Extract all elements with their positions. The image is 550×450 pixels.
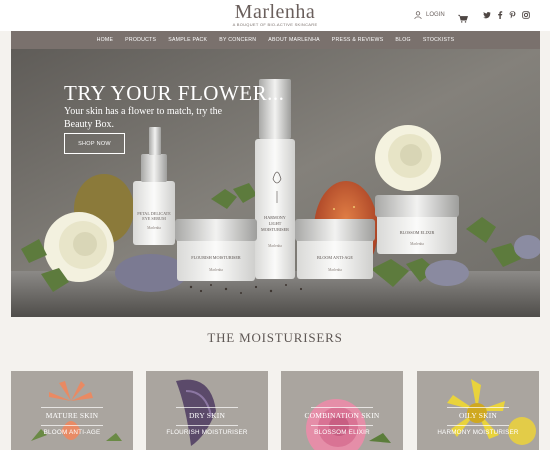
white-rose-right [375,125,441,191]
svg-text:LIGHT: LIGHT [269,221,282,226]
nav-item-by-concern[interactable]: BY CONCERN [213,37,262,43]
svg-text:Marlenha: Marlenha [328,268,342,272]
nav-item-home[interactable]: HOME [91,37,120,43]
hero-subtitle: Your skin has a flower to match, try the… [64,106,223,130]
card-dry-skin[interactable]: DRY SKIN FLOURISH MOISTURISER [146,371,268,450]
section-title: THE MOISTURISERS [207,330,343,345]
cart-icon [458,14,469,23]
svg-text:Marlenha: Marlenha [147,226,161,230]
login-label: LOGIN [426,12,445,18]
svg-text:FLOURISH MOISTURISER: FLOURISH MOISTURISER [191,255,241,260]
nav-item-stockists[interactable]: STOCKISTS [417,37,461,43]
svg-text:EYE SERUM: EYE SERUM [142,216,166,221]
divider [311,425,373,426]
nav-item-sample-pack[interactable]: SAMPLE PACK [162,37,213,43]
nav-item-press-reviews[interactable]: PRESS & REVIEWS [326,37,390,43]
twitter-icon[interactable] [483,11,491,19]
divider [311,407,373,408]
card-skin-type: OILY SKIN [458,411,498,420]
divider [41,407,103,408]
divider [176,407,238,408]
svg-text:BLOOM ANTI-AGE: BLOOM ANTI-AGE [317,255,353,260]
card-product-name: BLOOM ANTI-AGE [43,429,101,436]
svg-text:Marlenha: Marlenha [209,268,223,272]
login-link[interactable]: LOGIN [414,11,445,19]
divider [447,425,509,426]
svg-text:Marlenha: Marlenha [410,242,424,246]
top-header: Marlenha A BOUQUET OF BIO-ACTIVE SKINCAR… [0,0,550,31]
divider [447,407,509,408]
svg-text:HARMONY: HARMONY [264,215,286,220]
card-product-name: BLOSSOM ELIXIR [314,429,370,436]
card-skin-type: MATURE SKIN [45,411,99,420]
facebook-icon[interactable] [497,11,503,19]
card-product-name: FLOURISH MOISTURISER [166,429,248,436]
divider [176,425,238,426]
svg-text:BLOSSOM ELIXIR: BLOSSOM ELIXIR [400,230,435,235]
hero-banner[interactable]: PETAL DELICATE EYE SERUM Marlenha HARMON… [11,49,540,317]
main-nav: HOME PRODUCTS SAMPLE PACK BY CONCERN ABO… [11,31,540,49]
svg-text:Marlenha: Marlenha [268,244,282,248]
hero-title: TRY YOUR FLOWER... [64,81,285,105]
moisturiser-cards: MATURE SKIN BLOOM ANTI-AGE DRY SKIN FLOU… [11,371,540,450]
card-product-name: HARMONY MOISTURISER [437,429,519,436]
shop-now-button[interactable]: SHOP NOW [64,133,125,154]
social-links [483,11,530,19]
cart-button[interactable] [458,10,469,28]
pinterest-icon[interactable] [509,11,516,19]
card-oily-skin[interactable]: OILY SKIN HARMONY MOISTURISER [417,371,539,450]
nav-item-about[interactable]: ABOUT MARLENHA [262,37,326,43]
divider [41,425,103,426]
user-icon [414,11,422,19]
card-skin-type: DRY SKIN [188,411,226,420]
card-mature-skin[interactable]: MATURE SKIN BLOOM ANTI-AGE [11,371,133,450]
card-skin-type: COMBINATION SKIN [304,411,380,420]
svg-text:MOISTURISER: MOISTURISER [261,227,289,232]
card-combination-skin[interactable]: COMBINATION SKIN BLOSSOM ELIXIR [281,371,403,450]
nav-item-blog[interactable]: BLOG [389,37,416,43]
nav-item-products[interactable]: PRODUCTS [119,37,162,43]
instagram-icon[interactable] [522,11,530,19]
